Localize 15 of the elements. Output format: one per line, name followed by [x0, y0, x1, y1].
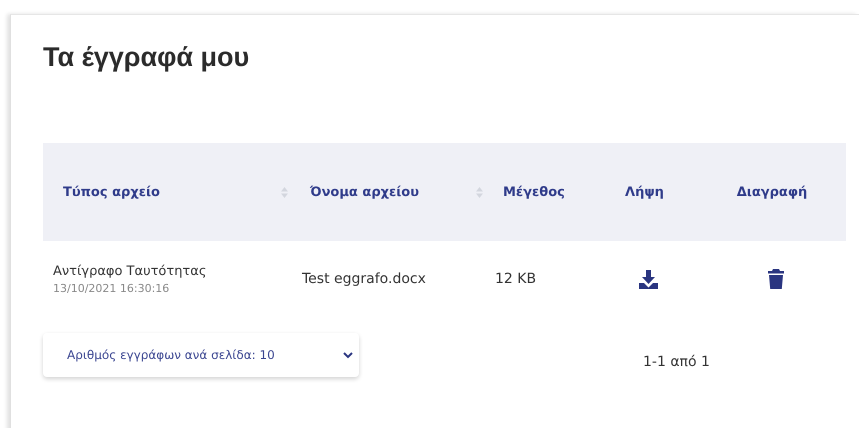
page-title: Τα έγγραφά μου — [43, 41, 250, 74]
trash-icon[interactable] — [768, 269, 784, 289]
pagination-range: 1-1 από 1 — [643, 354, 710, 370]
page-size-dropdown[interactable]: Αριθμός εγγράφων ανά σελίδα: 10 — [43, 333, 359, 377]
column-header: Λήψη — [625, 184, 664, 200]
chevron-down-icon — [343, 352, 353, 358]
date-text: 13/10/2021 16:30:16 — [53, 282, 170, 294]
column-header: Διαγραφή — [736, 184, 808, 200]
column-header[interactable]: Όνομα αρχείου — [310, 184, 420, 200]
download-icon[interactable] — [639, 270, 658, 288]
table-cell-text: Αντίγραφο Ταυτότητας — [53, 264, 208, 278]
table-cell: Test eggrafo.docx — [302, 271, 426, 287]
table-cell: 12 KB — [495, 271, 536, 287]
column-header: Μέγεθος — [503, 184, 565, 200]
column-header[interactable]: Τύπος αρχείο — [63, 184, 160, 200]
